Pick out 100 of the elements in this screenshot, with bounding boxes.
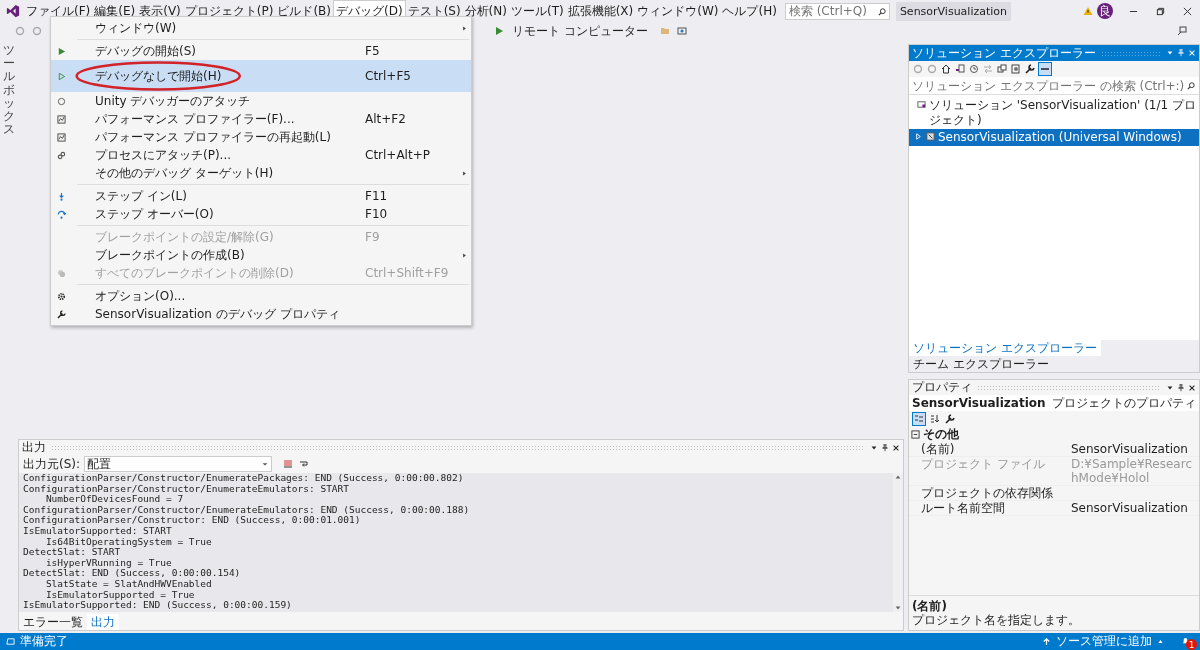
scroll-up-icon[interactable]	[894, 473, 902, 481]
submenu-arrow-icon	[461, 24, 468, 32]
menu-item[interactable]: デバッグの開始(S) F5	[51, 42, 471, 60]
settings-icon	[56, 291, 66, 301]
log-line: isHyperVRunning = True	[44, 557, 173, 569]
property-name: プロジェクト ファイル	[921, 457, 1045, 471]
source-dropdown[interactable]: 配置	[84, 456, 273, 472]
user-avatar[interactable]: 良	[1097, 3, 1113, 19]
collapse-icon[interactable]	[996, 63, 1008, 75]
play-icon	[56, 46, 66, 56]
toolbox-tab[interactable]: ツールボックス	[3, 44, 15, 137]
caret-icon	[1157, 638, 1164, 645]
up-arrow-icon	[1042, 637, 1051, 646]
menu-item[interactable]: ステップ オーバー(O) F10	[51, 205, 471, 223]
log-line: ConfigurationParser/Constructor/EnumeratePackages: END (Success, 0:00:00.802)	[23, 473, 465, 484]
expander-icon[interactable]	[914, 132, 923, 141]
step-over-icon	[56, 209, 66, 219]
close-icon[interactable]	[1188, 383, 1196, 392]
chart-icon	[56, 132, 66, 142]
tree-item[interactable]: SensorVisualization (Universal Windows)	[909, 129, 1199, 146]
wrap-icon[interactable]	[298, 458, 311, 470]
dropdown-icon[interactable]	[1166, 383, 1174, 392]
log-line: NumberOfDevicesFound = 7	[45, 494, 184, 505]
search-icon	[877, 7, 886, 16]
property-value[interactable]: SensorVisualization	[1071, 501, 1197, 515]
caret-icon	[261, 460, 270, 468]
menu-item[interactable]: オプション(O)...	[51, 287, 471, 305]
dropdown-icon[interactable]	[870, 443, 878, 452]
menu-item[interactable]: その他のデバッグ ターゲット(H)	[51, 164, 471, 182]
window-icon	[6, 637, 15, 646]
log-line: IsEmulatorSupported: END (Success, 0:00:00.159)	[23, 600, 293, 611]
menu-item[interactable]: ウィンドウ(W)	[635, 0, 721, 22]
panel-title: 出力	[22, 439, 46, 456]
chart-icon	[56, 114, 66, 124]
description-title: (名前)	[912, 599, 948, 613]
sort-icon[interactable]	[929, 413, 941, 425]
menu-item[interactable]: ブレークポイントの作成(B)	[51, 246, 471, 264]
breakpoints-icon	[56, 268, 66, 278]
object-selector[interactable]: SensorVisualization プロジェクトのプロパティ	[909, 395, 1199, 411]
panel-tab[interactable]: ソリューション エクスプローラー	[909, 340, 1101, 356]
panel-tab[interactable]: 出力	[87, 614, 119, 630]
description-text: プロジェクト名を指定します。	[912, 613, 1081, 627]
play-icon	[56, 71, 66, 81]
warning-icon[interactable]	[1083, 6, 1093, 16]
menu-item[interactable]: ステップ イン(L) F11	[51, 187, 471, 205]
property-value[interactable]: SensorVisualization	[1071, 442, 1197, 456]
run-target-button[interactable]: リモート コンピューター	[510, 22, 654, 40]
panel-title: ソリューション エクスプローラー	[912, 44, 1096, 62]
close-icon[interactable]	[1183, 6, 1192, 16]
log-line: DetectSlat: END (Success, 0:00:00.154)	[23, 568, 242, 579]
attach-icon	[56, 96, 66, 106]
menu-item[interactable]: Unity デバッガーのアタッチ	[51, 92, 471, 110]
close-icon[interactable]	[892, 443, 900, 452]
scroll-down-icon[interactable]	[894, 604, 902, 612]
menu-item[interactable]: SensorVisualization のデバッグ プロパティ	[51, 305, 471, 323]
feedback-icon[interactable]	[1176, 25, 1188, 37]
log-line: ConfigurationParser/Constructor/EnumerateEmulators: END (Success, 0:00:00.188)	[23, 504, 471, 516]
search-field[interactable]: ソリューション エクスプローラー の検索 (Ctrl+:)	[909, 77, 1199, 95]
pin-icon[interactable]	[881, 443, 889, 452]
menu-item[interactable]: パフォーマンス プロファイラー(F)... Alt+F2	[51, 110, 471, 128]
restore-icon[interactable]	[1156, 6, 1165, 16]
property-name: ルート名前空間	[921, 501, 1005, 515]
bell-icon[interactable]	[1181, 637, 1190, 646]
notification-badge: 1	[1186, 639, 1197, 650]
wrench-icon[interactable]	[1024, 63, 1036, 75]
source-label: 出力元(S):	[23, 455, 81, 473]
menu-item[interactable]: ツール(T)	[508, 0, 566, 22]
home-icon[interactable]	[940, 63, 952, 75]
run-icon[interactable]	[493, 25, 505, 37]
menu-item[interactable]: プロセスにアタッチ(P)... Ctrl+Alt+P	[51, 146, 471, 164]
menu-item[interactable]: 拡張機能(X)	[565, 0, 636, 22]
menu-item[interactable]: デバッグなしで開始(H) Ctrl+F5	[51, 60, 471, 92]
submenu-arrow-icon	[461, 251, 468, 259]
collapse-icon[interactable]	[911, 430, 920, 439]
source-control-button[interactable]: ソース管理に追加	[1056, 633, 1152, 650]
log-line: IsEmulatorSupported = True	[45, 589, 196, 600]
search-icon	[1187, 82, 1195, 90]
search-field[interactable]: 検索 (Ctrl+Q)	[784, 2, 890, 20]
screenshot-icon[interactable]	[675, 25, 688, 37]
menu-item[interactable]: ヘルプ(H)	[720, 0, 779, 22]
scrollbar[interactable]	[893, 473, 903, 612]
project-icon	[926, 132, 935, 141]
menu-item[interactable]: 分析(N)	[462, 0, 509, 22]
menu-item[interactable]: ウィンドウ(W)	[51, 19, 471, 37]
menu-item[interactable]: パフォーマンス プロファイラーの再起動(L)	[51, 128, 471, 146]
panel-tab[interactable]: エラー一覧	[19, 614, 87, 630]
status-text: 準備完了	[20, 633, 68, 650]
tree-item[interactable]: ソリューション 'SensorVisualization' (1/1 プロジェクト)	[909, 97, 1199, 129]
log-line: Is64BitOperatingSystem = True	[45, 536, 213, 547]
wrench-icon[interactable]	[944, 413, 956, 425]
property-name: プロジェクトの依存関係	[921, 486, 1053, 500]
solution-name: SensorVisualization	[895, 1, 1012, 21]
clear-icon[interactable]	[282, 458, 295, 470]
log-line: SlatState = SlatAndHWVEnabled	[44, 578, 213, 590]
logo-icon	[6, 4, 20, 18]
history-icon[interactable]	[968, 63, 980, 75]
log-line: ConfigurationParser/Constructor: END (Success, 0:00:01.001)	[23, 515, 362, 526]
submenu-arrow-icon	[461, 169, 468, 177]
pin-icon[interactable]	[1177, 383, 1185, 392]
panel-tab[interactable]: チーム エクスプローラー	[909, 356, 1053, 372]
